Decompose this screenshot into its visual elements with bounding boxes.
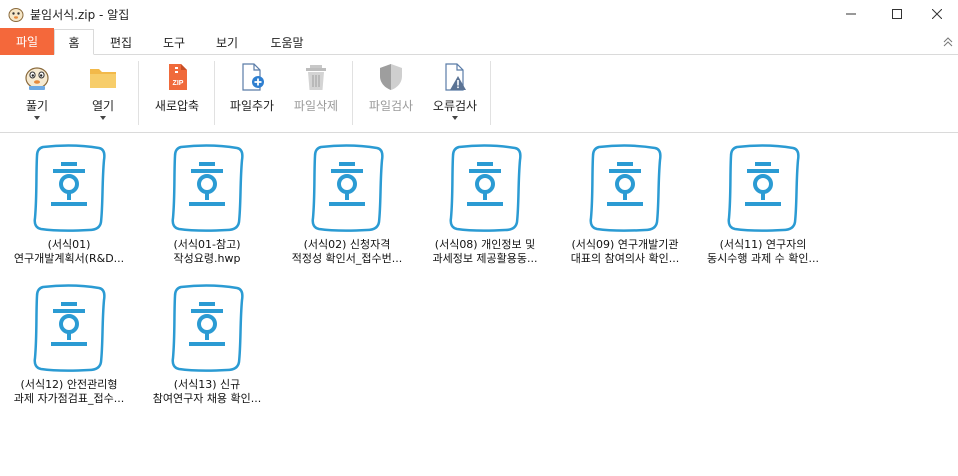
alzip-mascot-icon bbox=[8, 8, 24, 22]
file-name-line2: 작성요령.hwp bbox=[173, 252, 241, 265]
error-check-label: 오류검사 bbox=[432, 99, 478, 113]
ribbon-separator bbox=[352, 61, 353, 125]
file-name-line2: 참여연구자 채용 확인... bbox=[152, 392, 262, 405]
close-icon bbox=[932, 9, 942, 19]
file-name-line2: 대표의 참여의사 확인... bbox=[570, 252, 680, 265]
file-name-line2: 적정성 확인서_접수번... bbox=[291, 252, 403, 265]
ribbon-toolbar: 풀기 열기 ZIP 새로압축 파일추가 파일삭제 파일검사 오류검사 bbox=[0, 55, 958, 133]
file-name-line1: (서식02) 신청자격 bbox=[303, 238, 391, 251]
ribbon-separator bbox=[490, 61, 491, 125]
add-file-button[interactable]: 파일추가 bbox=[224, 61, 280, 129]
file-item[interactable]: (서식12) 안전관리형 과제 자가점검표_접수... bbox=[0, 278, 138, 414]
extract-mascot-icon bbox=[25, 67, 49, 90]
file-name-line2: 동시수행 과제 수 확인... bbox=[706, 252, 820, 265]
delete-file-label: 파일삭제 bbox=[293, 99, 339, 113]
file-name-line1: (서식11) 연구자의 bbox=[719, 238, 807, 251]
file-list: (서식01) 연구개발계획서(R&D... (서식01-참고) 작성요령.hwp (서식… bbox=[0, 134, 958, 476]
hwp-document-icon bbox=[311, 144, 384, 232]
file-item[interactable]: (서식08) 개인정보 및 과세정보 제공활용동... bbox=[416, 138, 554, 274]
file-name-line1: (서식01) bbox=[47, 238, 91, 251]
maximize-icon bbox=[892, 9, 902, 19]
hwp-document-icon bbox=[33, 144, 106, 232]
file-name-line2: 과제 자가점검표_접수... bbox=[13, 392, 125, 405]
error-check-button[interactable]: 오류검사 bbox=[426, 61, 484, 129]
file-name-line1: (서식09) 연구개발기관 bbox=[571, 238, 679, 251]
file-name-line1: (서식01-참고) bbox=[173, 238, 241, 251]
folder-icon bbox=[90, 69, 116, 88]
open-label: 열기 bbox=[91, 99, 115, 113]
window-title: 붙임서식.zip - 알집 bbox=[30, 8, 130, 22]
scan-file-button[interactable]: 파일검사 bbox=[362, 61, 420, 129]
extract-label: 풀기 bbox=[25, 99, 49, 113]
new-archive-button[interactable]: ZIP 새로압축 bbox=[148, 61, 206, 129]
tab-file[interactable]: 파일 bbox=[0, 28, 54, 55]
file-name-line2: 과세정보 제공활용동... bbox=[432, 252, 538, 265]
file-name-line2: 연구개발계획서(R&D... bbox=[13, 252, 125, 265]
zip-file-icon: ZIP bbox=[169, 64, 187, 90]
open-button[interactable]: 열기 bbox=[78, 61, 128, 129]
ribbon-separator bbox=[214, 61, 215, 125]
file-name-line1: (서식13) 신규 bbox=[173, 378, 241, 391]
menu-bar: 파일 홈 편집 도구 보기 도움말 bbox=[0, 28, 958, 55]
hwp-document-icon bbox=[171, 144, 244, 232]
file-item[interactable]: (서식02) 신청자격 적정성 확인서_접수번... bbox=[278, 138, 416, 274]
file-item[interactable]: (서식11) 연구자의 동시수행 과제 수 확인... bbox=[694, 138, 832, 274]
file-name-line1: (서식12) 안전관리형 bbox=[20, 378, 118, 391]
file-item[interactable]: (서식01) 연구개발계획서(R&D... bbox=[0, 138, 138, 274]
hwp-document-icon bbox=[33, 284, 106, 372]
file-item[interactable]: (서식01-참고) 작성요령.hwp bbox=[138, 138, 276, 274]
minimize-button[interactable] bbox=[828, 0, 874, 28]
trash-icon bbox=[306, 65, 326, 90]
shield-icon bbox=[380, 64, 402, 90]
warning-file-icon bbox=[445, 63, 466, 91]
file-item[interactable]: (서식09) 연구개발기관 대표의 참여의사 확인... bbox=[556, 138, 694, 274]
tab-edit[interactable]: 편집 bbox=[100, 30, 142, 55]
hwp-document-icon bbox=[727, 144, 800, 232]
extract-button[interactable]: 풀기 bbox=[12, 61, 62, 129]
chevron-down-icon bbox=[34, 116, 40, 120]
scan-file-label: 파일검사 bbox=[368, 99, 414, 113]
tab-view[interactable]: 보기 bbox=[204, 30, 250, 55]
hwp-document-icon bbox=[449, 144, 522, 232]
svg-text:ZIP: ZIP bbox=[173, 80, 184, 87]
new-archive-label: 새로압축 bbox=[154, 99, 200, 113]
file-name-line1: (서식08) 개인정보 및 bbox=[434, 238, 536, 251]
chevron-down-icon bbox=[452, 116, 458, 120]
tab-help[interactable]: 도움말 bbox=[262, 30, 312, 55]
tab-home[interactable]: 홈 bbox=[54, 29, 94, 55]
file-item[interactable]: (서식13) 신규 참여연구자 채용 확인... bbox=[138, 278, 276, 414]
tab-tools[interactable]: 도구 bbox=[152, 30, 196, 55]
ribbon-separator bbox=[138, 61, 139, 125]
close-button[interactable] bbox=[914, 0, 958, 28]
hwp-document-icon bbox=[589, 144, 662, 232]
title-bar: 붙임서식.zip - 알집 bbox=[0, 0, 958, 28]
add-file-icon bbox=[242, 63, 264, 91]
delete-file-button[interactable]: 파일삭제 bbox=[288, 61, 344, 129]
minimize-icon bbox=[846, 13, 856, 15]
hwp-document-icon bbox=[171, 284, 244, 372]
chevron-down-icon bbox=[100, 116, 106, 120]
chevron-up-icon[interactable] bbox=[942, 36, 954, 48]
add-file-label: 파일추가 bbox=[229, 99, 275, 113]
